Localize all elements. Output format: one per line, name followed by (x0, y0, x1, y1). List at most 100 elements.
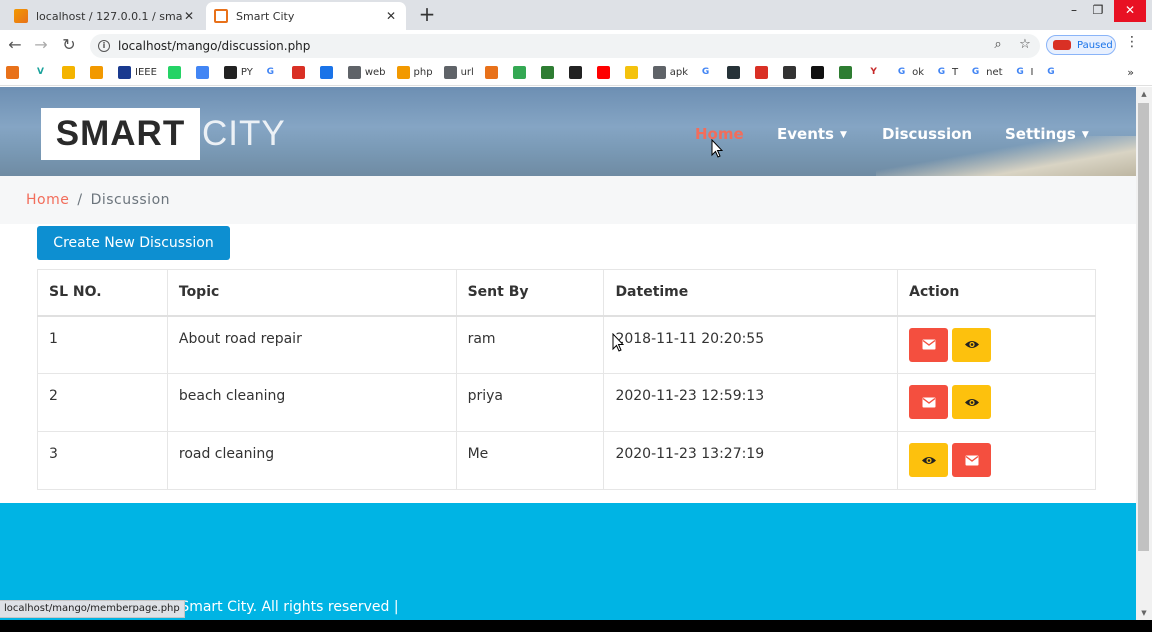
bookmark-item[interactable]: php (396, 66, 433, 79)
bookmark-item[interactable] (6, 66, 23, 79)
bookmark-item[interactable]: Gnet (969, 66, 1003, 79)
bookmark-favicon-icon (90, 66, 103, 79)
table-cell-topic: road cleaning (166, 431, 457, 490)
address-bar[interactable]: i localhost/mango/discussion.php (90, 34, 1040, 58)
forward-arrow-icon[interactable]: → (30, 34, 52, 56)
bookmark-favicon-icon (568, 66, 582, 79)
browser-menu-icon[interactable]: ⋮ (1124, 34, 1140, 50)
bookmark-item[interactable] (596, 66, 614, 79)
bookmark-item[interactable] (90, 66, 107, 79)
bookmark-item[interactable] (540, 66, 558, 79)
reply-mail-button[interactable] (952, 443, 992, 477)
bookmark-favicon-icon: G (897, 67, 906, 77)
close-tab-icon[interactable]: ✕ (182, 9, 196, 23)
bookmark-item[interactable] (319, 66, 337, 79)
scroll-up-arrow-icon[interactable]: ▲ (1136, 87, 1152, 101)
table-cell-topic: beach cleaning (166, 373, 457, 432)
bookmark-item[interactable]: IEEE (118, 66, 157, 79)
table-cell-sl: 3 (37, 431, 168, 490)
bookmark-favicon-icon (755, 66, 769, 79)
column-header: Sent By (455, 269, 605, 317)
bookmark-item[interactable]: PY (223, 66, 253, 79)
zoom-icon[interactable]: ⌕ (988, 34, 1008, 56)
eye-icon (964, 341, 979, 348)
bookmark-label: apk (669, 67, 689, 78)
bookmark-favicon-icon (223, 66, 237, 79)
bookmark-label: IEEE (135, 67, 157, 78)
bookmark-item[interactable] (624, 66, 642, 79)
status-bar-url: localhost/mango/memberpage.php (0, 600, 185, 618)
main-content: Create New Discussion SL NO. Topic Sent … (0, 224, 1136, 504)
minimize-button[interactable]: – (1062, 0, 1086, 22)
bookmark-item[interactable]: web (347, 66, 386, 79)
breadcrumb-home-link[interactable]: Home (26, 192, 69, 208)
bookmark-item[interactable]: GT (935, 66, 958, 79)
more-bookmarks-icon[interactable]: » (1127, 66, 1134, 79)
bookmark-item[interactable] (811, 66, 828, 79)
bookmark-item[interactable] (62, 66, 79, 79)
bookmark-item[interactable] (783, 66, 800, 79)
bookmark-item[interactable] (727, 66, 744, 79)
scroll-down-arrow-icon[interactable]: ▼ (1136, 606, 1152, 620)
nav-settings[interactable]: Settings ▼ (1005, 125, 1089, 143)
close-tab-icon[interactable]: ✕ (384, 9, 398, 23)
site-logo[interactable]: SMART CITY (41, 108, 286, 160)
close-window-button[interactable]: ✕ (1114, 0, 1146, 22)
envelope-icon (922, 339, 936, 350)
tab-smart-city[interactable]: Smart City ✕ (206, 2, 406, 30)
bookmark-item[interactable]: G (1044, 66, 1061, 79)
nav-discussion[interactable]: Discussion (882, 125, 972, 143)
bookmark-label: url (460, 67, 474, 78)
envelope-icon (922, 397, 936, 407)
table-cell-datetime: 2020-11-23 12:59:13 (603, 373, 899, 432)
profile-paused-button[interactable]: Paused (1046, 35, 1116, 55)
create-discussion-button[interactable]: Create New Discussion (37, 226, 230, 260)
bookmark-item[interactable] (291, 66, 309, 79)
scroll-thumb[interactable] (1138, 103, 1149, 551)
bookmark-item[interactable] (755, 66, 772, 79)
bookmark-item[interactable]: Y (867, 66, 884, 79)
bookmark-favicon-icon (652, 66, 666, 79)
bookmark-favicon-icon (396, 66, 410, 79)
view-button[interactable] (952, 385, 992, 419)
table-row: 3 road cleaning Me 2020-11-23 13:27:19 (37, 431, 1096, 490)
bookmark-item[interactable] (512, 66, 530, 79)
bookmark-item[interactable]: url (443, 66, 474, 79)
bookmark-item[interactable]: G (264, 66, 281, 79)
view-button[interactable] (952, 327, 992, 362)
bookmark-item[interactable] (195, 66, 213, 79)
restore-button[interactable]: ❐ (1086, 0, 1110, 22)
bookmark-favicon-icon (195, 66, 209, 79)
bookmark-item[interactable]: GI (1014, 66, 1034, 79)
column-header: Topic (166, 269, 457, 317)
url-text: localhost/mango/discussion.php (118, 39, 311, 53)
bookmark-item[interactable] (484, 66, 502, 79)
bookmark-item[interactable] (839, 66, 856, 79)
bookmark-item[interactable]: Gok (895, 66, 924, 79)
bookmark-item[interactable]: G (699, 66, 716, 79)
site-header: SMART CITY Home Events ▼ Discussion Setti… (0, 87, 1136, 176)
table-cell-actions (897, 373, 1096, 432)
reply-mail-button[interactable] (909, 327, 949, 362)
bookmark-favicon-icon (62, 66, 75, 79)
nav-events[interactable]: Events ▼ (777, 125, 847, 143)
table-cell-actions (897, 431, 1096, 490)
view-button[interactable] (909, 443, 949, 477)
bookmark-item[interactable]: apk (652, 66, 689, 79)
back-arrow-icon[interactable]: ← (4, 34, 26, 56)
new-tab-button[interactable]: + (416, 4, 438, 26)
tab-phpmyadmin[interactable]: localhost / 127.0.0.1 / smart_city ✕ (6, 2, 204, 30)
bookmark-item[interactable] (167, 66, 185, 79)
page-scrollbar[interactable]: ▲ ▼ (1136, 87, 1152, 620)
bookmark-star-icon[interactable]: ☆ (1015, 34, 1035, 56)
reply-mail-button[interactable] (909, 385, 949, 419)
site-info-icon[interactable]: i (98, 40, 110, 52)
envelope-icon (965, 455, 979, 465)
bookmark-item[interactable] (568, 66, 586, 79)
bookmark-label: I (1030, 67, 1034, 78)
nav-settings-label: Settings (1005, 125, 1076, 143)
bookmark-item[interactable]: V (34, 66, 51, 79)
table-cell-topic: About road repair (166, 315, 457, 374)
bookmark-label: PY (240, 67, 253, 78)
reload-icon[interactable]: ↻ (58, 34, 80, 56)
